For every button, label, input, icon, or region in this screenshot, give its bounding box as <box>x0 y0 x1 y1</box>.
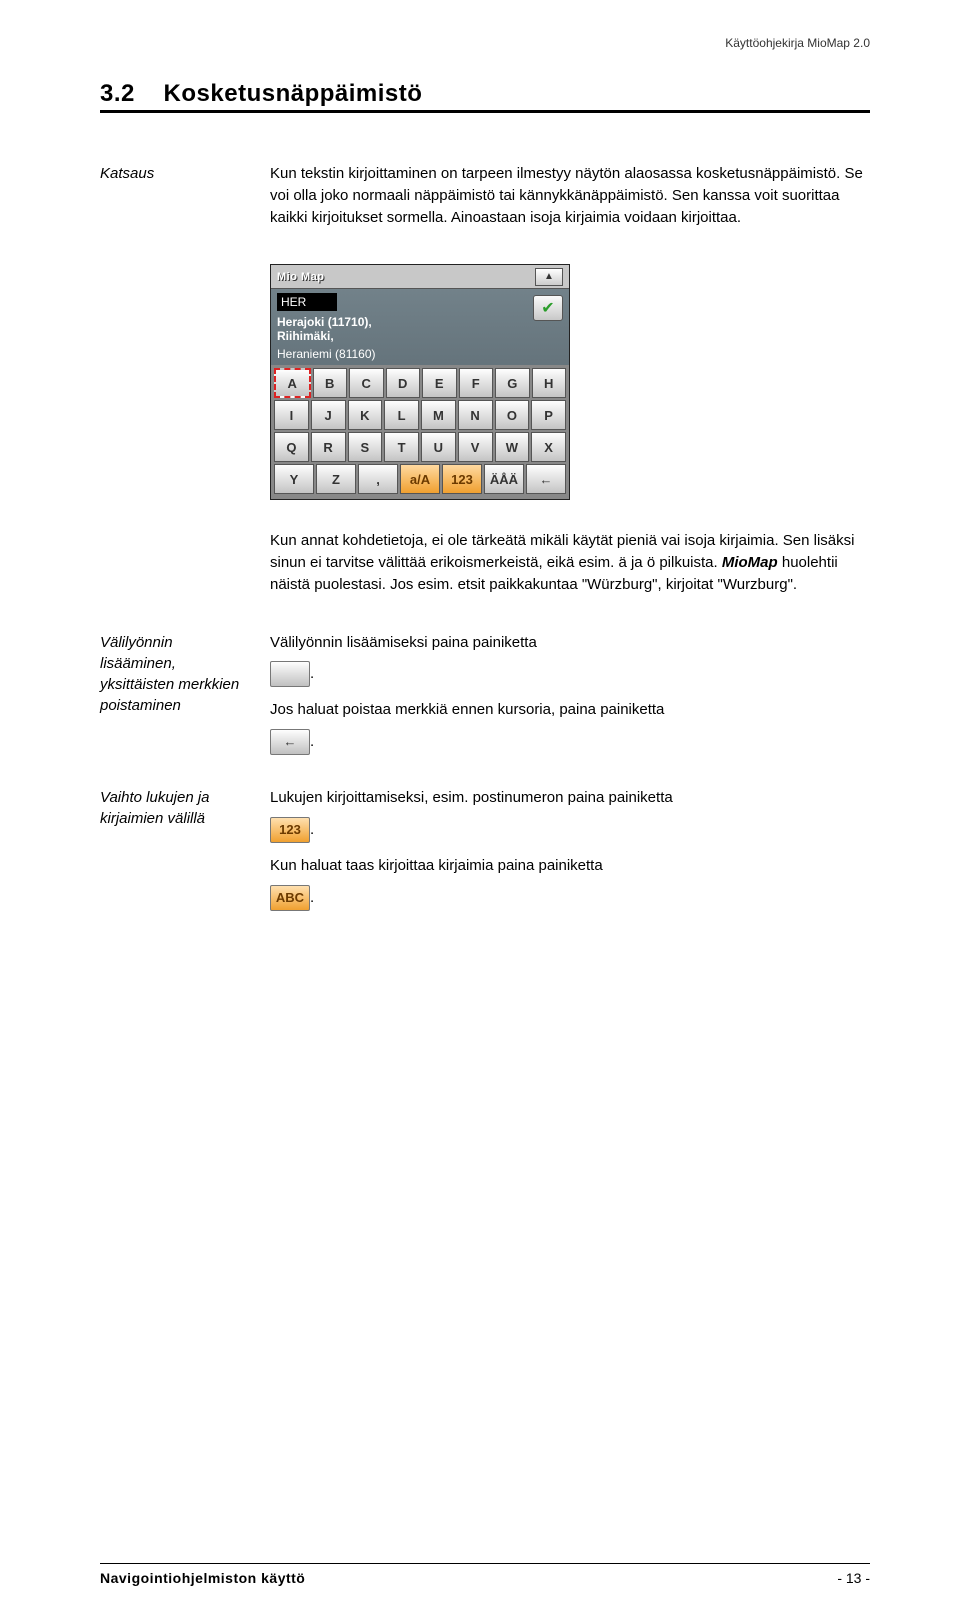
section-title: Kosketusnäppäimistö <box>164 80 423 107</box>
key-123[interactable]: 123 <box>442 464 482 494</box>
backspace-button-icon[interactable]: ← <box>270 729 310 755</box>
key-m[interactable]: M <box>421 400 456 430</box>
suggestion-item[interactable]: Herajoki (11710), <box>277 315 563 329</box>
key-y[interactable]: Y <box>274 464 314 494</box>
key-f[interactable]: F <box>459 368 494 398</box>
key-o[interactable]: O <box>495 400 530 430</box>
label-katsaus: Katsaus <box>100 163 270 234</box>
key-n[interactable]: N <box>458 400 493 430</box>
key-t[interactable]: T <box>384 432 419 462</box>
vali-p1: Välilyönnin lisäämiseksi paina painikett… <box>270 632 870 654</box>
content-vali: Välilyönnin lisäämiseksi paina painikett… <box>270 632 870 758</box>
key-r[interactable]: R <box>311 432 346 462</box>
brand-name: MioMap <box>722 554 778 571</box>
key-s[interactable]: S <box>348 432 383 462</box>
katsaus-p1: Kun tekstin kirjoittaminen on tarpeen il… <box>270 163 870 228</box>
para2: Kun annat kohdetietoja, ei ole tärkeätä … <box>270 530 870 595</box>
vaihto-p1: Lukujen kirjoittamiseksi, esim. postinum… <box>270 787 870 809</box>
key-v[interactable]: V <box>458 432 493 462</box>
vali-p2: Jos haluat poistaa merkkiä ennen kursori… <box>270 699 870 721</box>
key-g[interactable]: G <box>495 368 530 398</box>
space-button-icon[interactable] <box>270 661 310 687</box>
key-d[interactable]: D <box>386 368 421 398</box>
label-vali: Välilyönnin lisääminen, yksittäisten mer… <box>100 632 270 758</box>
key-l[interactable]: L <box>384 400 419 430</box>
row-katsaus: Katsaus Kun tekstin kirjoittaminen on ta… <box>100 163 870 234</box>
key-c[interactable]: C <box>349 368 384 398</box>
content-katsaus: Kun tekstin kirjoittaminen on tarpeen il… <box>270 163 870 234</box>
doc-title: Käyttöohjekirja MioMap 2.0 <box>725 36 870 50</box>
vaihto-p2: Kun haluat taas kirjoittaa kirjaimia pai… <box>270 855 870 877</box>
key-p[interactable]: P <box>531 400 566 430</box>
screenshot-topbar: Mio Map ▲ <box>271 265 569 289</box>
row-vali: Välilyönnin lisääminen, yksittäisten mer… <box>100 632 870 758</box>
page-footer: Navigointiohjelmiston käyttö - 13 - <box>100 1563 870 1586</box>
row-vaihto: Vaihto lukujen ja kirjaimien välillä Luk… <box>100 787 870 913</box>
key-k[interactable]: K <box>348 400 383 430</box>
row-para2: Kun annat kohdetietoja, ei ole tärkeätä … <box>100 530 870 601</box>
key-special[interactable]: ÄÅÄ <box>484 464 524 494</box>
section-number: 3.2 <box>100 80 135 107</box>
key-case[interactable]: a/A <box>400 464 440 494</box>
screenshot-keyboard-grid: A B C D E F G H I J K L M N O P Q R S T … <box>271 365 569 499</box>
arrow-up-icon[interactable]: ▲ <box>535 268 563 286</box>
key-comma[interactable]: , <box>358 464 398 494</box>
key-backspace[interactable]: ← <box>526 464 566 494</box>
key-h[interactable]: H <box>532 368 567 398</box>
suggestion-item[interactable]: Heraniemi (81160) <box>277 347 563 361</box>
key-w[interactable]: W <box>495 432 530 462</box>
key-b[interactable]: B <box>313 368 348 398</box>
screenshot-list: HER ✔ Herajoki (11710), Riihimäki, Heran… <box>271 289 569 365</box>
key-i[interactable]: I <box>274 400 309 430</box>
suggestion-item[interactable]: Riihimäki, <box>277 329 563 343</box>
screenshot-keyboard: Mio Map ▲ HER ✔ Herajoki (11710), Riihim… <box>270 264 570 500</box>
checkmark-icon[interactable]: ✔ <box>533 295 563 321</box>
screenshot-logo: Mio Map <box>277 271 325 283</box>
footer-page: - 13 - <box>837 1570 870 1586</box>
content-vaihto: Lukujen kirjoittamiseksi, esim. postinum… <box>270 787 870 913</box>
key-u[interactable]: U <box>421 432 456 462</box>
footer-left: Navigointiohjelmiston käyttö <box>100 1570 305 1586</box>
key-z[interactable]: Z <box>316 464 356 494</box>
key-j[interactable]: J <box>311 400 346 430</box>
key-q[interactable]: Q <box>274 432 309 462</box>
doc-header: Käyttöohjekirja MioMap 2.0 <box>100 36 870 50</box>
key-e[interactable]: E <box>422 368 457 398</box>
section-heading: 3.2 Kosketusnäppäimistö <box>100 80 870 113</box>
key-a[interactable]: A <box>274 368 311 398</box>
screenshot-input[interactable]: HER <box>277 293 337 311</box>
alpha-mode-button-icon[interactable]: ABC <box>270 885 310 911</box>
numeric-mode-button-icon[interactable]: 123 <box>270 817 310 843</box>
key-x[interactable]: X <box>531 432 566 462</box>
label-vaihto: Vaihto lukujen ja kirjaimien välillä <box>100 787 270 913</box>
